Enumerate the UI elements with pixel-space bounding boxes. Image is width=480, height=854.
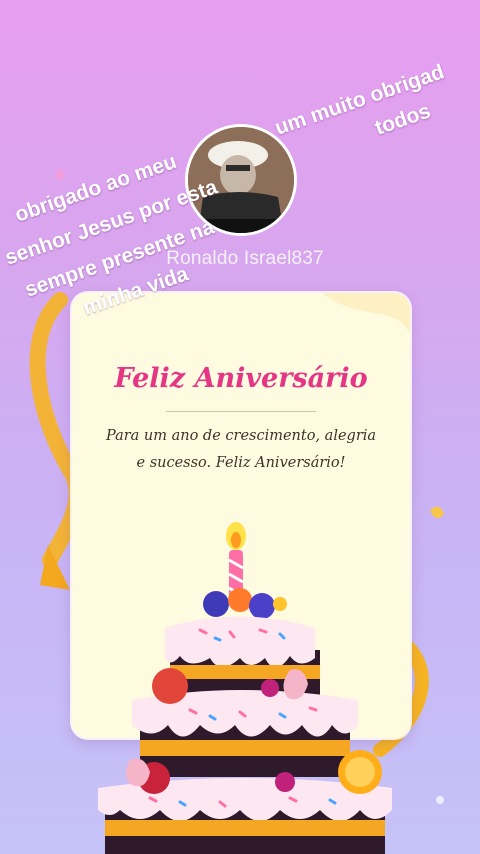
birthday-cake-illustration (98, 522, 392, 854)
card-title: Feliz Aniversário (114, 363, 368, 394)
card-divider (166, 411, 316, 412)
card-message: Para um ano de crescimento, alegria e su… (105, 428, 377, 471)
